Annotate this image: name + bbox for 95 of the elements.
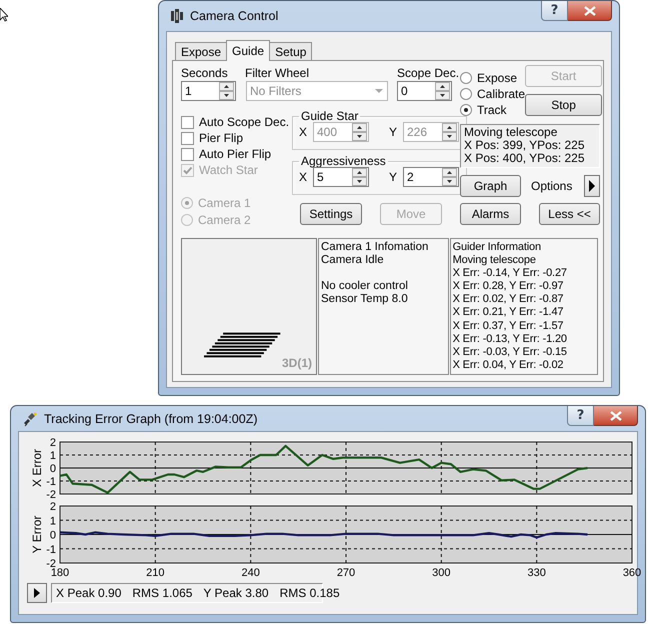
spinner-arrows-icon[interactable] [352, 168, 367, 186]
info-text: X Err: -0.14, Y Err: -0.27 [452, 267, 568, 280]
info-text: X Err: 0.21, Y Err: -1.47 [452, 306, 564, 320]
spinner-arrows-icon[interactable] [435, 82, 450, 100]
spinner-arrows-icon[interactable] [442, 168, 457, 186]
axis-tick-label: 2 [50, 501, 56, 513]
info-text: X Err: -0.03, Y Err: -0.15 [452, 346, 568, 359]
window-title: Camera Control [190, 9, 278, 23]
tab[interactable]: Setup [269, 42, 312, 60]
checkbox-label: Auto Scope Dec. [199, 115, 290, 129]
status-text: X Pos: 400, YPos: 225 [464, 152, 586, 165]
radio-label: Camera 2 [198, 213, 251, 227]
axis-tick-label: 330 [527, 567, 546, 578]
info-text: X Err: 0.02, Y Err: -0.87 [452, 293, 564, 306]
checkbox-label: Auto Pier Flip [199, 147, 272, 161]
close-icon[interactable] [584, 6, 596, 16]
radio-button[interactable] [460, 88, 472, 100]
play-button[interactable] [27, 583, 47, 603]
spin-box[interactable]: 5 [313, 167, 369, 187]
checkbox-label: Pier Flip [199, 131, 244, 145]
axis-title: X Error [30, 449, 44, 487]
info-text: Camera 1 Infomation [321, 241, 430, 254]
info-text: Sensor Temp 8.0 [321, 293, 409, 306]
options-label: Options [531, 179, 572, 193]
less-button[interactable]: Less << [539, 203, 600, 225]
right-arrow-icon[interactable] [588, 179, 596, 193]
axis-tick-label: 0 [50, 530, 56, 542]
play-icon[interactable] [33, 587, 41, 599]
checkbox-label: Watch Star [199, 163, 258, 177]
axis-tick-label: -1 [46, 544, 56, 556]
radio-label: Camera 1 [198, 196, 251, 210]
status-text: X Pos: 399, YPos: 225 [464, 139, 586, 152]
spin-box[interactable]: 1 [181, 81, 236, 101]
field-label: Filter Wheel [245, 67, 310, 81]
radio-label: Calibrate [477, 87, 526, 101]
axis-title: Y Error [30, 516, 44, 554]
mouse-cursor-icon [0, 8, 8, 22]
info-text: Moving telescope [452, 254, 537, 268]
group-title: Guide Star [300, 110, 360, 122]
spin-box[interactable]: 0 [397, 81, 452, 101]
radio-button[interactable] [460, 72, 472, 84]
field-label: Seconds [181, 67, 229, 81]
tab[interactable]: Guide [226, 40, 270, 61]
info-text: Camera Idle [321, 254, 385, 267]
axis-tick-label: 360 [622, 567, 642, 578]
help-button[interactable]: ? [541, 1, 568, 21]
axis-tick-label: 240 [241, 567, 260, 578]
spinner-arrows-icon[interactable] [219, 82, 234, 100]
checkbox[interactable] [181, 148, 194, 160]
info-text: X Err: 0.37, Y Err: -1.57 [452, 320, 564, 333]
axis-tick-label: 1 [50, 450, 56, 462]
axis-tick-label: 180 [50, 567, 70, 578]
help-button[interactable]: ? [567, 406, 594, 426]
info-text: X Err: 0.04, Y Err: -0.02 [452, 358, 564, 372]
info-text: X Err: -0.13, Y Err: -1.20 [452, 332, 568, 346]
options-arrow-button[interactable] [584, 175, 600, 197]
field-label: X [299, 170, 308, 184]
close-icon[interactable] [610, 410, 622, 420]
field-label: X [299, 125, 308, 139]
stat-text: Y Peak 3.80 [203, 586, 269, 600]
axis-tick-label: 2 [50, 437, 56, 449]
info-text: No cooler control [321, 280, 409, 293]
stat-text: X Peak 0.90 [56, 586, 122, 600]
field-label: Y [389, 125, 398, 139]
axis-tick-label: -2 [46, 489, 56, 501]
stat-text: RMS 0.185 [280, 586, 340, 600]
alarms-button[interactable]: Alarms [460, 203, 521, 225]
close-button[interactable] [568, 1, 612, 21]
axis-tick-label: 0 [50, 463, 56, 475]
axis-tick-label: 270 [336, 567, 356, 578]
spin-box[interactable]: 2 [403, 167, 459, 187]
field-label: Scope Dec. [397, 67, 460, 81]
radio-label: Expose [477, 71, 518, 85]
stop-button[interactable]: Stop [525, 94, 602, 116]
window-title: Tracking Error Graph (from 19:04:00Z) [44, 412, 258, 426]
checkbox[interactable] [181, 132, 194, 144]
info-text: X Err: 0.28, Y Err: -0.97 [452, 280, 564, 294]
status-text: Moving telescope [464, 126, 558, 139]
group-title: Aggressiveness [300, 155, 387, 167]
axis-tick-label: 210 [146, 567, 165, 578]
axis-tick-label: -1 [46, 476, 56, 488]
graph-button[interactable]: Graph [460, 175, 521, 197]
settings-button[interactable]: Settings [300, 203, 362, 225]
radio-label: Track [477, 103, 507, 117]
checkbox[interactable] [181, 116, 194, 128]
stat-text: RMS 1.065 [132, 586, 192, 600]
tab[interactable]: Expose [175, 42, 228, 60]
device-icon [170, 8, 184, 24]
close-button[interactable] [594, 406, 638, 426]
axis-tick-label: 1 [50, 515, 56, 528]
axis-tick-label: 300 [432, 567, 451, 578]
radio-button[interactable] [460, 104, 472, 116]
info-text: Guider Information [452, 241, 542, 254]
field-label: Y [389, 170, 398, 184]
image-label: 3D(1) [282, 356, 312, 370]
